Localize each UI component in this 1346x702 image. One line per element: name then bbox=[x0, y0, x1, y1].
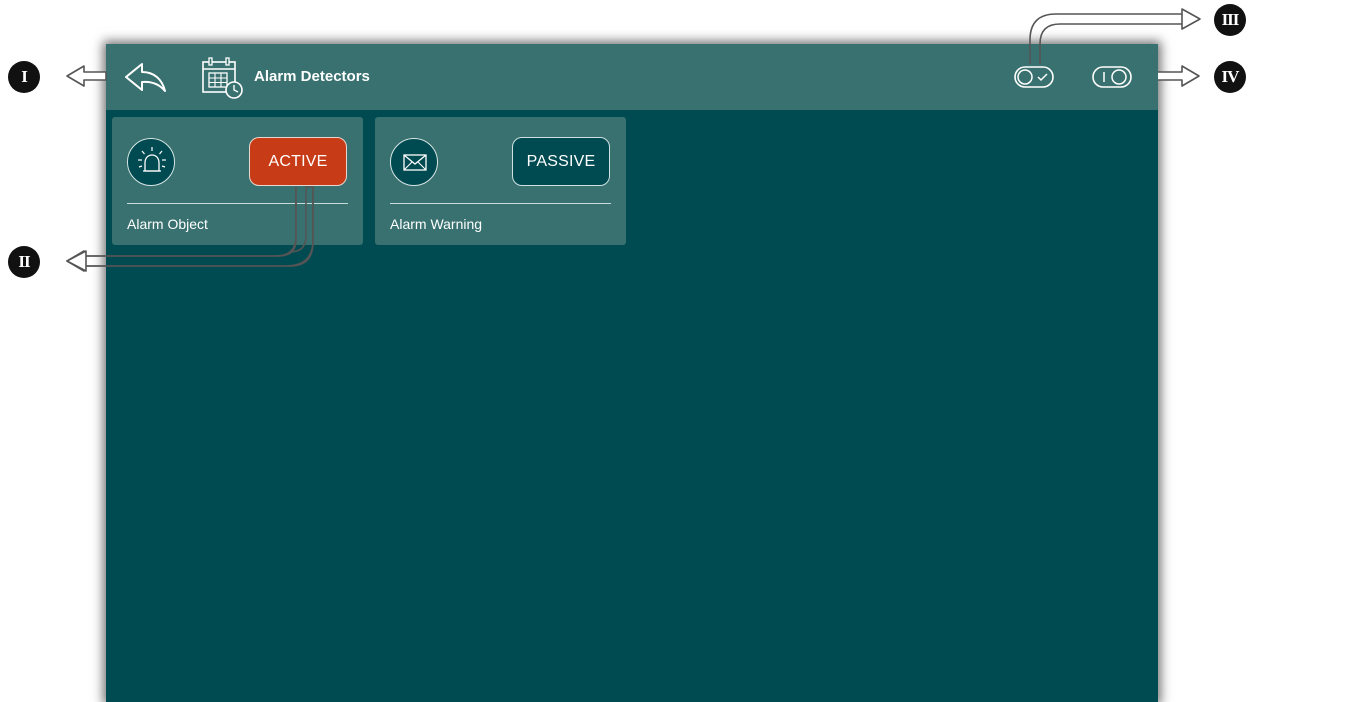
calendar-clock-icon bbox=[200, 56, 244, 100]
callout-badge-4: IV bbox=[1214, 61, 1246, 93]
callout-badge-1: I bbox=[8, 61, 40, 93]
back-arrow-icon bbox=[125, 63, 166, 92]
back-button[interactable] bbox=[122, 59, 168, 95]
card-label: Alarm Warning bbox=[390, 216, 483, 232]
toggle-confirm-button[interactable] bbox=[1012, 62, 1056, 92]
detector-card-alarm-warning: PASSIVE Alarm Warning bbox=[375, 117, 626, 245]
state-button-passive[interactable]: PASSIVE bbox=[512, 137, 610, 186]
toggle-check-icon bbox=[1014, 66, 1054, 88]
callout-badge-2: II bbox=[8, 246, 40, 278]
card-label: Alarm Object bbox=[127, 216, 208, 232]
device-screen: Alarm Detectors ACTIVE Alarm Object PASS… bbox=[106, 44, 1158, 702]
callout-arrow-right-4 bbox=[1158, 65, 1200, 87]
page-title: Alarm Detectors bbox=[254, 68, 370, 85]
detector-card-alarm-object: ACTIVE Alarm Object bbox=[112, 117, 363, 245]
card-divider bbox=[390, 203, 611, 204]
top-bar: Alarm Detectors bbox=[106, 44, 1158, 110]
callout-arrow-left-1 bbox=[66, 65, 107, 87]
siren-icon bbox=[127, 138, 175, 186]
card-divider bbox=[127, 203, 348, 204]
envelope-icon bbox=[390, 138, 438, 186]
toggle-power-icon bbox=[1092, 66, 1132, 88]
toggle-power-button[interactable] bbox=[1090, 62, 1134, 92]
state-button-active[interactable]: ACTIVE bbox=[249, 137, 347, 186]
manual-page: Alarm Detectors ACTIVE Alarm Object PASS… bbox=[0, 0, 1346, 702]
callout-badge-3: III bbox=[1214, 4, 1246, 36]
